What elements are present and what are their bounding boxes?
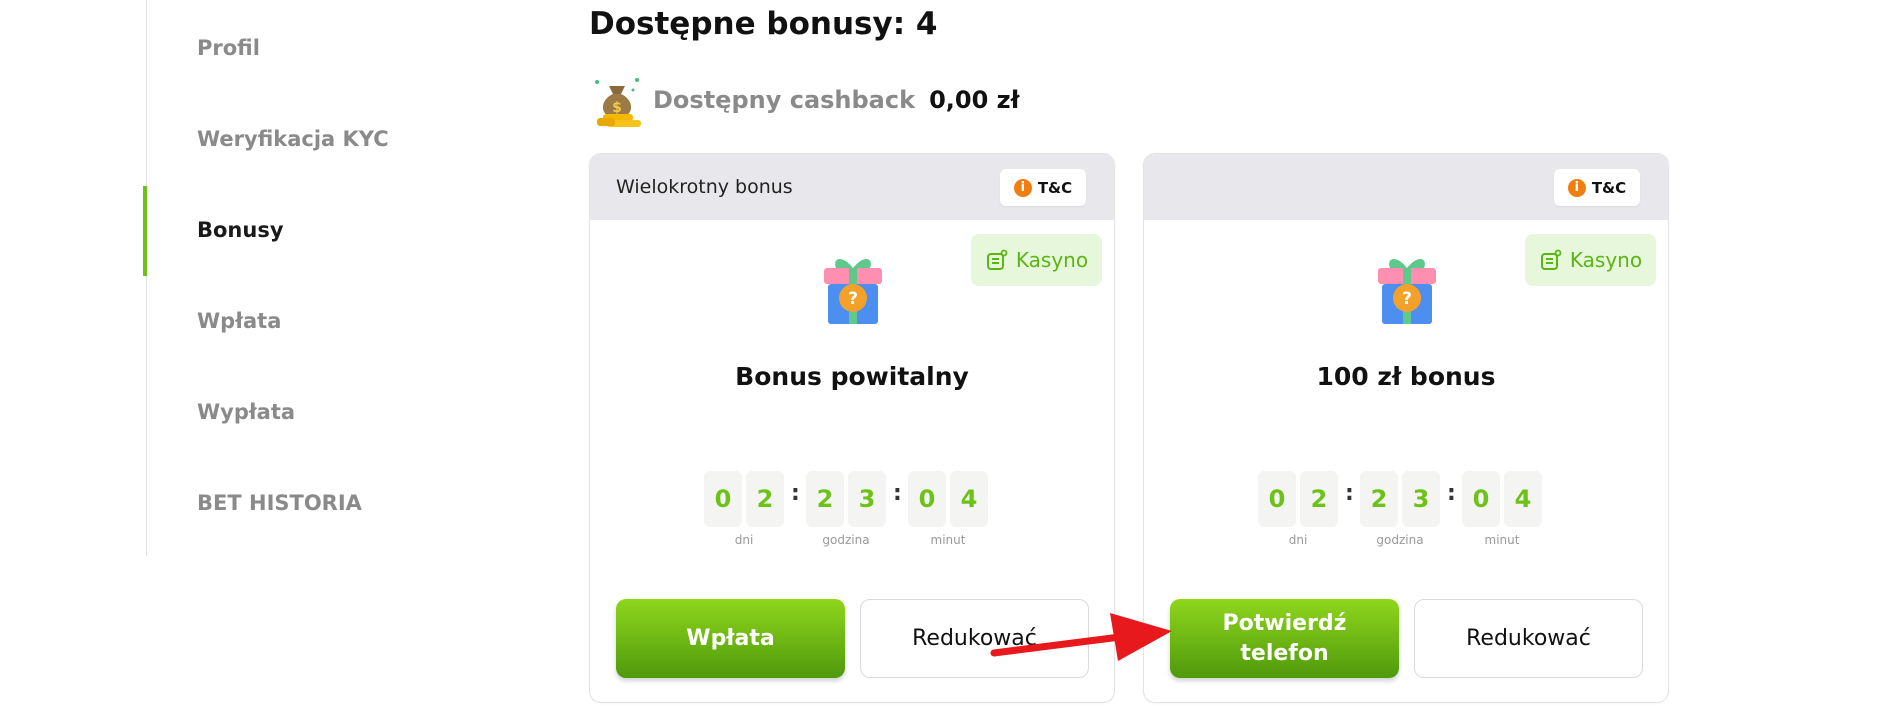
money-bag-coins-icon: $ <box>595 78 641 127</box>
timer-unit-days: dni <box>734 533 754 547</box>
sidebar-item-bonusy[interactable]: Bonusy <box>197 218 284 242</box>
forfeit-button[interactable]: Redukować <box>860 599 1089 678</box>
tc-button[interactable]: i T&C <box>1554 169 1640 206</box>
forfeit-button[interactable]: Redukować <box>1414 599 1643 678</box>
sidebar-item-wyplata[interactable]: Wypłata <box>197 400 295 424</box>
timer-separator: : <box>1447 481 1456 506</box>
casino-chip-icon <box>986 249 1008 270</box>
gift-box-question-icon: ? <box>1378 258 1436 324</box>
deposit-button[interactable]: Wpłata <box>616 599 845 678</box>
timer-digit: 2 <box>1360 471 1398 527</box>
timer-digit: 2 <box>806 471 844 527</box>
timer-digit: 2 <box>746 471 784 527</box>
timer-unit-hours: godzina <box>1376 533 1424 547</box>
card-header: i T&C <box>1144 154 1668 220</box>
timer-separator: : <box>1345 481 1354 506</box>
info-icon: i <box>1013 178 1032 197</box>
active-nav-indicator <box>143 186 147 276</box>
timer-digit: 4 <box>950 471 988 527</box>
cashback-value: 0,00 zł <box>929 86 1020 114</box>
timer-digit: 2 <box>1300 471 1338 527</box>
sidebar-item-wplata[interactable]: Wpłata <box>197 309 281 333</box>
countdown-timer: 0 2 : 2 3 : 0 4 dni godzina minut <box>1258 471 1554 551</box>
timer-unit-days: dni <box>1288 533 1308 547</box>
sidebar-item-profil[interactable]: Profil <box>197 36 260 60</box>
bonus-title: Bonus powitalny <box>735 362 969 391</box>
timer-separator: : <box>791 481 800 506</box>
cashback-label: Dostępny cashback <box>653 86 916 114</box>
countdown-timer: 0 2 : 2 3 : 0 4 dni godzina minut <box>704 471 1000 551</box>
category-badge: Kasyno <box>971 234 1102 286</box>
bonus-type-label: Wielokrotny bonus <box>616 176 793 198</box>
page-title: Dostępne bonusy: 4 <box>589 6 938 42</box>
svg-text:?: ? <box>1402 289 1412 309</box>
tc-button[interactable]: i T&C <box>1000 169 1086 206</box>
bonus-title: 100 zł bonus <box>1316 362 1496 391</box>
tc-label: T&C <box>1591 178 1627 197</box>
svg-text:?: ? <box>848 289 858 309</box>
timer-unit-hours: godzina <box>822 533 870 547</box>
sidebar <box>0 0 147 556</box>
category-badge-label: Kasyno <box>1015 248 1089 272</box>
timer-unit-minutes: minut <box>1484 533 1520 547</box>
category-badge-label: Kasyno <box>1569 248 1643 272</box>
casino-chip-icon <box>1540 249 1562 270</box>
bonus-card-welcome: Wielokrotny bonus i T&C Kasyno ? Bonus p… <box>589 153 1115 703</box>
timer-digit: 0 <box>908 471 946 527</box>
timer-digit: 3 <box>848 471 886 527</box>
timer-digit: 0 <box>1258 471 1296 527</box>
info-icon: i <box>1567 178 1586 197</box>
timer-digit: 4 <box>1504 471 1542 527</box>
sidebar-item-kyc[interactable]: Weryfikacja KYC <box>197 127 389 151</box>
timer-digit: 3 <box>1402 471 1440 527</box>
sidebar-item-bet-historia[interactable]: BET HISTORIA <box>197 491 362 515</box>
confirm-phone-button[interactable]: Potwierdź telefon <box>1170 599 1399 678</box>
bonus-card-100zl: i T&C Kasyno ? 100 zł bonus 0 2 : 2 3 : … <box>1143 153 1669 703</box>
timer-digit: 0 <box>1462 471 1500 527</box>
card-header: Wielokrotny bonus i T&C <box>590 154 1114 220</box>
timer-digit: 0 <box>704 471 742 527</box>
gift-box-question-icon: ? <box>824 258 882 324</box>
svg-text:$: $ <box>612 100 622 116</box>
timer-separator: : <box>893 481 902 506</box>
timer-unit-minutes: minut <box>930 533 966 547</box>
tc-label: T&C <box>1037 178 1073 197</box>
category-badge: Kasyno <box>1525 234 1656 286</box>
cashback-row: $ Dostępny cashback 0,00 zł <box>589 72 1020 128</box>
